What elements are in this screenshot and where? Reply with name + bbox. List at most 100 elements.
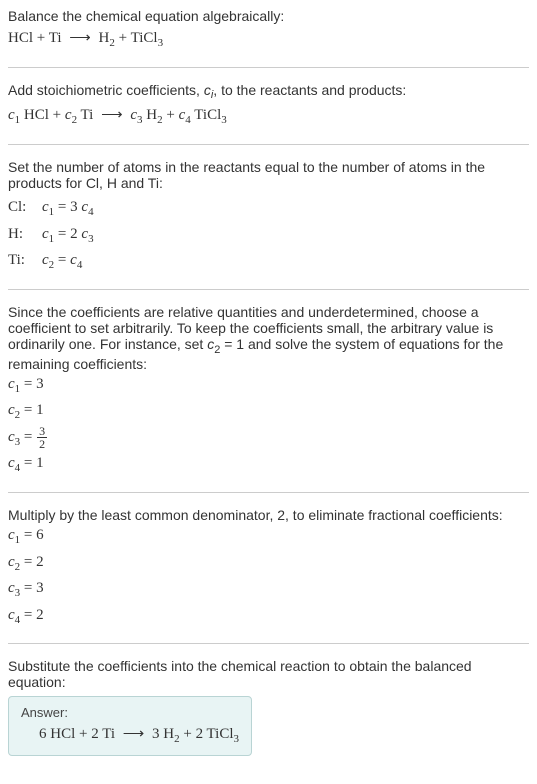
sub: 1 — [15, 383, 21, 395]
val: = 6 — [20, 527, 43, 543]
arrow-icon: ⟶ — [65, 30, 95, 46]
val: = 3 — [20, 580, 43, 596]
fraction: 32 — [37, 425, 47, 450]
val: = 2 — [20, 554, 43, 570]
stoich-text-b: , to the reactants and products: — [213, 82, 406, 98]
rhs-sub: 4 — [88, 206, 94, 218]
val: = 1 — [20, 402, 43, 418]
sub: 4 — [15, 614, 21, 626]
answer-label: Answer: — [21, 705, 239, 720]
lhs-sub: 1 — [49, 233, 55, 245]
coefficient-equation: c1 HCl + c2 Ti ⟶ c3 H2 + c4 TiCl3 — [8, 103, 529, 130]
rhs: c — [70, 252, 77, 268]
c: c — [8, 455, 15, 471]
c2: c — [65, 107, 72, 123]
element-label-ti: Ti: — [8, 248, 34, 275]
eq-text: = 2 — [54, 226, 77, 242]
lhs-sub: 2 — [49, 259, 55, 271]
section-lcd: Multiply by the least common denominator… — [8, 507, 529, 644]
c: c — [8, 402, 15, 418]
c: c — [8, 376, 15, 392]
element-equations: Cl: c1 = 3 c4 H: c1 = 2 c3 Ti: c2 = c4 — [8, 195, 529, 275]
term3: H — [143, 107, 158, 123]
val: = 2 — [20, 607, 43, 623]
table-row: Cl: c1 = 3 c4 — [8, 195, 529, 222]
list-item: c4 = 2 — [8, 603, 529, 630]
arrow-icon: ⟶ — [97, 107, 127, 123]
solve-text: Since the coefficients are relative quan… — [8, 304, 529, 372]
integer-coefficients: c1 = 6 c2 = 2 c3 = 3 c4 = 2 — [8, 523, 529, 629]
eq-h: c1 = 2 c3 — [42, 222, 94, 249]
c: c — [8, 607, 15, 623]
product-h2: 3 H — [148, 726, 174, 742]
list-item: c3 = 32 — [8, 425, 529, 452]
unbalanced-equation: HCl + Ti ⟶ H2 + TiCl3 — [8, 26, 529, 53]
c1: c — [8, 107, 15, 123]
element-label-h: H: — [8, 222, 34, 249]
lhs: c — [42, 226, 49, 242]
coefficient-values: c1 = 3 c2 = 1 c3 = 32 c4 = 1 — [8, 372, 529, 478]
c: c — [8, 554, 15, 570]
c4-sub: 4 — [185, 114, 191, 126]
eq: = — [20, 429, 36, 445]
c: c — [8, 527, 15, 543]
section-stoichiometric: Add stoichiometric coefficients, ci, to … — [8, 82, 529, 145]
term1: HCl + — [20, 107, 65, 123]
product-ticl3: + 2 TiCl — [180, 726, 234, 742]
val: = 3 — [20, 376, 43, 392]
section-solve: Since the coefficients are relative quan… — [8, 304, 529, 493]
lhs: c — [42, 199, 49, 215]
term4-sub: 3 — [221, 114, 227, 126]
element-label-cl: Cl: — [8, 195, 34, 222]
list-item: c1 = 6 — [8, 523, 529, 550]
rhs-sub: 3 — [88, 233, 94, 245]
sub: 4 — [15, 462, 21, 474]
sub: 1 — [15, 534, 21, 546]
term2: Ti — [77, 107, 97, 123]
val: = 1 — [20, 455, 43, 471]
term3b: + — [163, 107, 179, 123]
atom-balance-text: Set the number of atoms in the reactants… — [8, 159, 529, 191]
eq-text: = 3 — [54, 199, 77, 215]
term3-sub: 2 — [157, 114, 163, 126]
product-h2-sub: 2 — [174, 733, 180, 745]
product-h2-sub: 2 — [109, 37, 115, 49]
product-h2: H — [99, 30, 110, 46]
ci-sub: i — [211, 89, 213, 101]
sub: 3 — [15, 587, 21, 599]
c3-sub: 3 — [137, 114, 143, 126]
c2-sub: 2 — [72, 114, 78, 126]
arrow-icon: ⟶ — [119, 726, 149, 742]
table-row: Ti: c2 = c4 — [8, 248, 529, 275]
list-item: c4 = 1 — [8, 451, 529, 478]
list-item: c1 = 3 — [8, 372, 529, 399]
eq-cl: c1 = 3 c4 — [42, 195, 94, 222]
ci-symbol: c — [204, 82, 211, 98]
c: c — [8, 580, 15, 596]
substitute-text: Substitute the coefficients into the che… — [8, 658, 529, 690]
reactants: 6 HCl + 2 Ti — [39, 726, 119, 742]
list-item: c2 = 1 — [8, 398, 529, 425]
answer-box: Answer: 6 HCl + 2 Ti ⟶ 3 H2 + 2 TiCl3 — [8, 696, 252, 756]
section-answer: Substitute the coefficients into the che… — [8, 658, 529, 756]
table-row: H: c1 = 2 c3 — [8, 222, 529, 249]
reactant-ti: Ti — [49, 30, 62, 46]
plus: + — [115, 30, 131, 46]
product-ticl3: TiCl — [131, 30, 158, 46]
list-item: c3 = 3 — [8, 576, 529, 603]
lhs: c — [42, 252, 49, 268]
eq-ti: c2 = c4 — [42, 248, 82, 275]
plus: + — [33, 30, 49, 46]
c1-sub: 1 — [15, 114, 21, 126]
sub: 3 — [15, 436, 21, 448]
eq-text: = — [54, 252, 70, 268]
denominator: 2 — [37, 438, 47, 450]
product-ticl3-sub: 3 — [234, 733, 240, 745]
section-balance-intro: Balance the chemical equation algebraica… — [8, 8, 529, 68]
sub: 2 — [15, 409, 21, 421]
term4: TiCl — [191, 107, 221, 123]
lcd-text: Multiply by the least common denominator… — [8, 507, 529, 523]
section-atom-balance: Set the number of atoms in the reactants… — [8, 159, 529, 290]
rhs-sub: 4 — [77, 259, 83, 271]
intro-text: Balance the chemical equation algebraica… — [8, 8, 529, 24]
